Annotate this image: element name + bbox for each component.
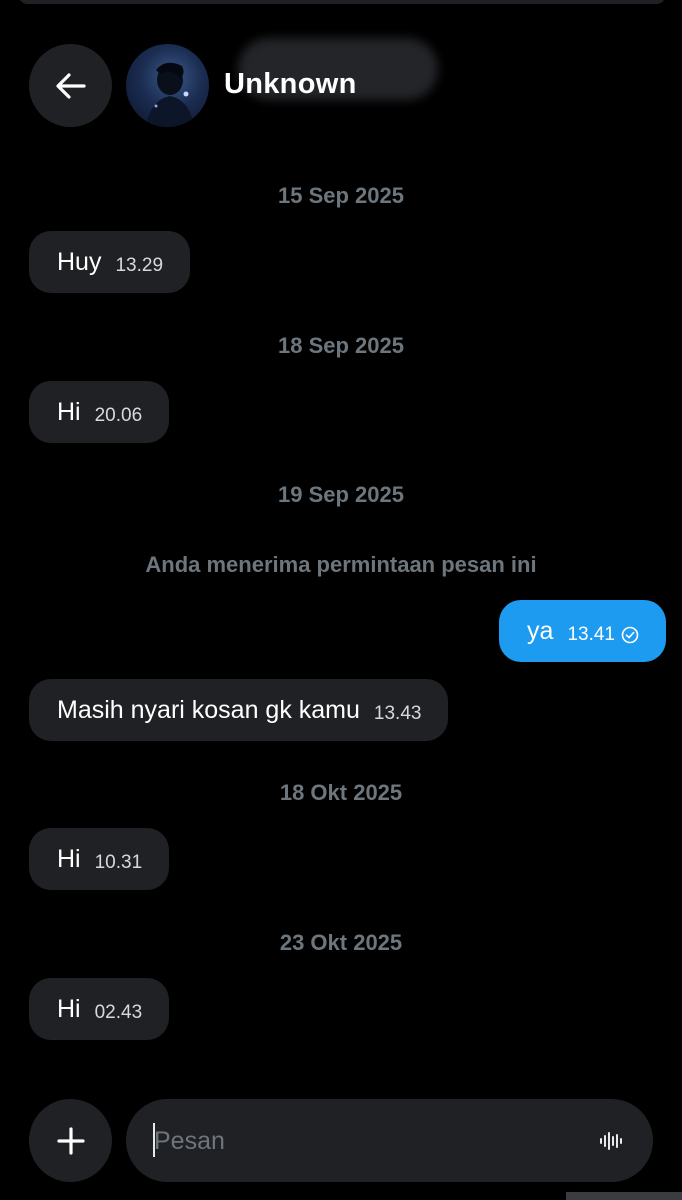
avatar[interactable]	[126, 44, 209, 127]
date-separator: 18 Okt 2025	[279, 780, 403, 805]
back-button[interactable]	[29, 44, 112, 127]
message-bubble-outgoing[interactable]: ya 13.41	[499, 600, 666, 662]
message-time: 20.06	[94, 405, 143, 426]
message-bubble-incoming[interactable]: Masih nyari kosan gk kamu 13.43	[29, 679, 449, 741]
voice-wave-icon[interactable]	[599, 1129, 623, 1153]
message-text: ya	[527, 616, 554, 645]
text-caret	[153, 1123, 155, 1157]
message-bubble-incoming[interactable]: Huy 13.29	[29, 231, 191, 293]
date-separator: 19 Sep 2025	[278, 482, 404, 507]
message-time: 13.41	[567, 624, 615, 645]
corner-edge-bar	[566, 1192, 682, 1200]
add-attachment-button[interactable]	[29, 1099, 112, 1182]
message-input[interactable]	[152, 1099, 576, 1184]
date-separator: 23 Okt 2025	[279, 930, 403, 955]
arrow-left-icon	[55, 72, 86, 99]
message-bubble-incoming[interactable]: Hi 10.31	[29, 828, 170, 890]
message-time: 10.31	[94, 852, 143, 873]
message-time: 13.29	[115, 255, 164, 276]
message-time: 13.43	[373, 703, 422, 724]
message-bubble-incoming[interactable]: Hi 20.06	[29, 381, 170, 443]
message-text: Huy	[57, 247, 102, 276]
message-text: Hi	[57, 844, 81, 873]
message-composer	[126, 1099, 653, 1184]
contact-name[interactable]: Unknown	[224, 68, 357, 101]
avatar-photo	[146, 62, 194, 127]
message-time: 02.43	[94, 1002, 143, 1023]
message-text: Hi	[57, 397, 81, 426]
system-message: Anda menerima permintaan pesan ini	[145, 552, 537, 577]
plus-icon	[56, 1126, 85, 1155]
check-circle-icon	[621, 626, 639, 644]
date-separator: 18 Sep 2025	[278, 333, 404, 358]
date-separator: 15 Sep 2025	[278, 183, 404, 208]
message-text: Hi	[57, 994, 81, 1023]
message-bubble-incoming[interactable]: Hi 02.43	[29, 978, 170, 1040]
conversation-header: Unknown	[0, 0, 682, 160]
message-text: Masih nyari kosan gk kamu	[57, 695, 360, 724]
